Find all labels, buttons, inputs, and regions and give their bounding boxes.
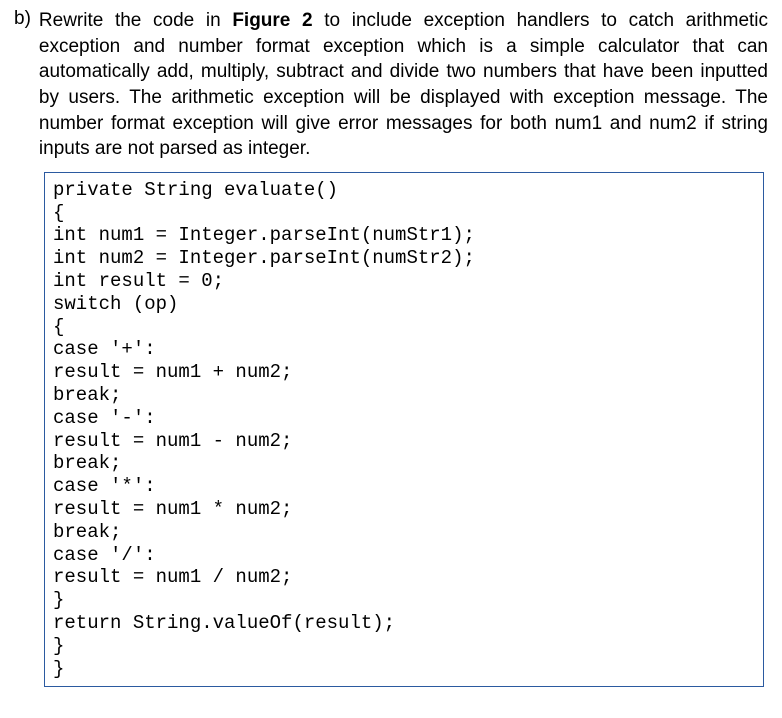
code-line: { [53,316,64,338]
code-line: result = num1 + num2; [53,361,292,383]
figure-reference: Figure 2 [232,10,312,31]
code-line: case '+': [53,338,156,360]
question-text: Rewrite the code in Figure 2 to include … [39,8,768,162]
code-line: result = num1 / num2; [53,566,292,588]
code-line: result = num1 * num2; [53,498,292,520]
code-line: } [53,589,64,611]
code-line: case '/': [53,544,156,566]
code-line: int result = 0; [53,270,224,292]
code-line: switch (op) [53,293,178,315]
code-line: } [53,658,64,680]
question-block: b) Rewrite the code in Figure 2 to inclu… [14,8,768,162]
code-line: private String evaluate() [53,179,338,201]
question-label: b) [14,8,31,30]
code-line: break; [53,521,121,543]
code-line: int num1 = Integer.parseInt(numStr1); [53,224,475,246]
code-line: break; [53,452,121,474]
code-line: return String.valueOf(result); [53,612,395,634]
question-text-pre: Rewrite the code in [39,10,232,31]
code-line: case '*': [53,475,156,497]
code-line: } [53,635,64,657]
code-figure-box: private String evaluate() { int num1 = I… [44,172,764,688]
code-line: case '-': [53,407,156,429]
code-line: result = num1 - num2; [53,430,292,452]
code-line: int num2 = Integer.parseInt(numStr2); [53,247,475,269]
code-line: { [53,202,64,224]
question-text-post: to include exception handlers to catch a… [39,10,768,159]
code-line: break; [53,384,121,406]
